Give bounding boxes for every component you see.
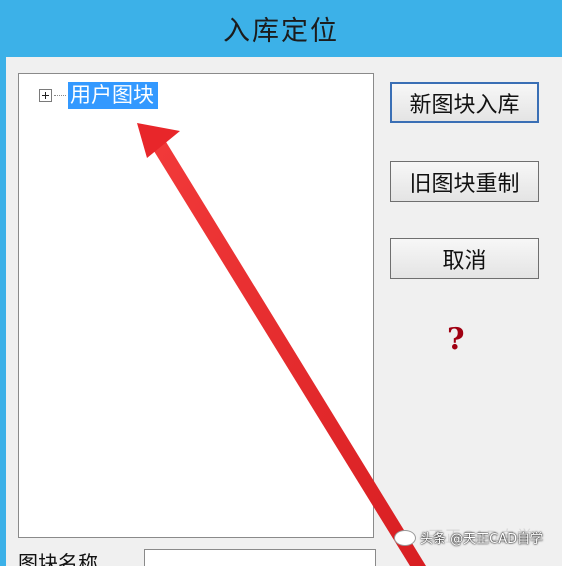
- block-name-label: 图块名称: [18, 551, 98, 566]
- new-block-button[interactable]: 新图块入库: [390, 82, 539, 123]
- window-title: 入库定位: [223, 16, 339, 47]
- title-bar: 入库定位: [0, 0, 562, 57]
- watermark-text: 头条 @天正CAD自学: [420, 532, 544, 547]
- old-block-remake-button[interactable]: 旧图块重制: [390, 161, 539, 202]
- watermark: 头条 @天正CAD自学: [394, 528, 543, 547]
- block-tree-view[interactable]: 用户图块: [18, 73, 374, 538]
- toutiao-logo-icon: [394, 529, 416, 546]
- cancel-button[interactable]: 取消: [390, 238, 539, 279]
- tree-node-user-blocks[interactable]: 用户图块: [39, 82, 158, 109]
- tree-node-label[interactable]: 用户图块: [68, 82, 158, 109]
- tree-connector: [54, 95, 66, 96]
- help-icon[interactable]: ?: [447, 322, 465, 357]
- plus-icon[interactable]: [39, 89, 52, 102]
- block-name-input[interactable]: [144, 549, 376, 566]
